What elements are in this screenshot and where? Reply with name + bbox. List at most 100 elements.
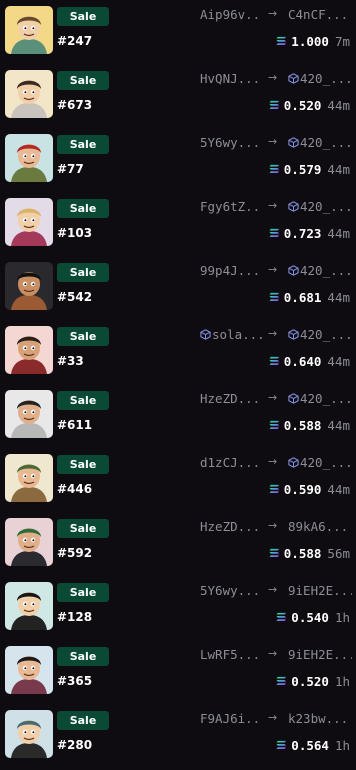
from-address-text: Fgy6tZ... [200,199,262,214]
price-value: 0.590 [283,482,322,497]
nft-number: #542 [57,290,93,304]
from-address[interactable]: HvQNJ... [200,71,262,86]
nft-number: #592 [57,546,93,560]
time-ago: 1h [334,674,350,689]
from-address[interactable]: 99p4J... [200,263,262,278]
solana-icon [276,674,291,689]
time-ago: 44m [327,418,350,433]
domain-icon [288,71,300,86]
from-address[interactable]: HzeZD... [200,519,262,534]
nft-number: #673 [57,98,93,112]
to-address-text: 420_... [300,391,352,406]
nft-number: #128 [57,610,93,624]
price-value: 0.681 [283,290,322,305]
from-address[interactable]: d1zCJ... [200,455,262,470]
time-ago: 56m [327,546,350,561]
nft-avatar[interactable] [5,454,53,502]
nft-number: #446 [57,482,93,496]
nft-avatar[interactable] [5,262,53,310]
nft-avatar[interactable] [5,134,53,182]
from-address[interactable]: F9AJ6i... [200,711,262,726]
nft-avatar[interactable] [5,582,53,630]
arrow-right-icon: → [268,711,278,724]
time-ago: 44m [327,482,350,497]
nft-avatar[interactable] [5,198,53,246]
to-address[interactable]: 420_... [288,135,352,150]
solana-icon [269,482,284,497]
to-address[interactable]: 89kA6... [288,519,352,534]
sale-row[interactable]: Sale #33 sola... → 420_... 0.640 44m [0,322,356,386]
to-address[interactable]: 420_... [288,199,352,214]
to-address[interactable]: 420_... [288,391,352,406]
sale-badge: Sale [57,71,109,90]
sale-price: 0.588 56m [269,546,350,561]
sale-row[interactable]: Sale #673 HvQNJ... → 420_... 0.520 44m [0,66,356,130]
arrow-right-icon: → [268,647,278,660]
nft-avatar[interactable] [5,390,53,438]
nft-avatar[interactable] [5,518,53,566]
to-address-text: 420_... [300,327,352,342]
sale-price: 1.000 7m [276,34,350,49]
domain-icon [288,327,300,342]
solana-icon [269,546,284,561]
time-ago: 44m [327,98,350,113]
price-value: 0.520 [283,98,322,113]
from-address-text: 99p4J... [200,263,261,278]
nft-avatar[interactable] [5,710,53,758]
from-address[interactable]: 5Y6wy... [200,135,262,150]
sale-badge: Sale [57,519,109,538]
sale-price: 0.520 44m [269,98,350,113]
from-address[interactable]: Aip96v... [200,7,262,22]
to-address[interactable]: 420_... [288,71,352,86]
from-address[interactable]: HzeZD... [200,391,262,406]
to-address[interactable]: 420_... [288,263,352,278]
nft-number: #247 [57,34,93,48]
from-address[interactable]: Fgy6tZ... [200,199,262,214]
to-address[interactable]: k23bw... [288,711,352,726]
to-address[interactable]: 420_... [288,327,352,342]
domain-icon [288,263,300,278]
sale-row[interactable]: Sale #280 F9AJ6i... → k23bw... 0.564 1h [0,706,356,770]
sale-row[interactable]: Sale #446 d1zCJ... → 420_... 0.590 44m [0,450,356,514]
from-address[interactable]: 5Y6wy... [200,583,262,598]
to-address-text: 420_... [300,455,352,470]
to-address[interactable]: 9iEH2E... [288,583,352,598]
nft-number: #280 [57,738,93,752]
solana-icon [269,226,284,241]
sale-badge: Sale [57,455,109,474]
to-address-text: 9iEH2E... [288,647,352,662]
sale-price: 0.564 1h [276,738,350,753]
solana-icon [276,610,291,625]
sale-row[interactable]: Sale #611 HzeZD... → 420_... 0.588 44m [0,386,356,450]
sale-row[interactable]: Sale #103 Fgy6tZ... → 420_... 0.723 44m [0,194,356,258]
from-address[interactable]: LwRF5... [200,647,262,662]
to-address[interactable]: 9iEH2E... [288,647,352,662]
price-value: 0.520 [291,674,329,689]
nft-avatar[interactable] [5,326,53,374]
to-address[interactable]: 420_... [288,455,352,470]
nft-avatar[interactable] [5,6,53,54]
sale-price: 0.681 44m [269,290,350,305]
sale-row[interactable]: Sale #128 5Y6wy... → 9iEH2E... 0.540 1h [0,578,356,642]
sale-row[interactable]: Sale #542 99p4J... → 420_... 0.681 44m [0,258,356,322]
to-address[interactable]: C4nCF... [288,7,352,22]
arrow-right-icon: → [268,327,278,340]
sale-badge: Sale [57,583,109,602]
to-address-text: C4nCF... [288,7,349,22]
solana-icon [276,738,291,753]
nft-avatar[interactable] [5,646,53,694]
nft-number: #77 [57,162,84,176]
sale-price: 0.520 1h [276,674,350,689]
nft-avatar[interactable] [5,70,53,118]
sale-row[interactable]: Sale #365 LwRF5... → 9iEH2E... 0.520 1h [0,642,356,706]
nft-number: #611 [57,418,93,432]
time-ago: 1h [334,610,350,625]
from-address[interactable]: sola... [200,327,262,342]
sale-row[interactable]: Sale #247 Aip96v... → C4nCF... 1.000 7m [0,2,356,66]
sale-row[interactable]: Sale #592 HzeZD... → 89kA6... 0.588 56m [0,514,356,578]
sale-price: 0.590 44m [269,482,350,497]
sale-badge: Sale [57,135,109,154]
arrow-right-icon: → [268,583,278,596]
sale-row[interactable]: Sale #77 5Y6wy... → 420_... 0.579 44m [0,130,356,194]
from-address-text: HzeZD... [200,391,261,406]
